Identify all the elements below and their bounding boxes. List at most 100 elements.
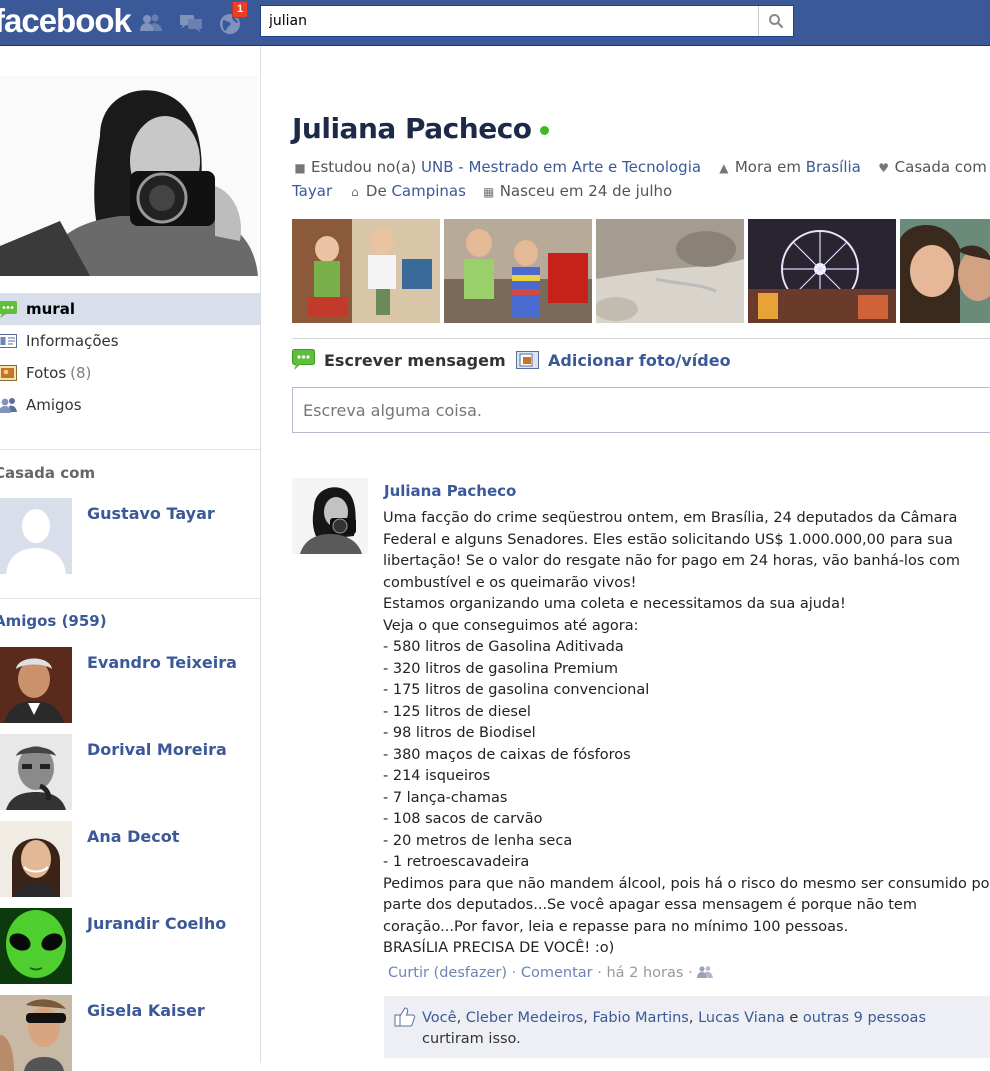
tab-write-message[interactable]: Escrever mensagem (292, 349, 506, 371)
post-line: Uma facção do crime seqüestrou ontem, em… (383, 510, 958, 526)
friend-item[interactable]: Jurandir Coelho (0, 908, 260, 984)
relationship-title: Casada com (0, 464, 96, 482)
hometown-icon: ⌂ (351, 185, 359, 199)
messages-icon[interactable] (178, 10, 204, 36)
info-label: Estudou no(a) (311, 158, 422, 176)
online-status-icon (539, 125, 549, 135)
nav-item-mural[interactable]: mural (0, 293, 260, 325)
post-line: - 125 litros de diesel (383, 703, 531, 720)
friend-name[interactable]: Jurandir Coelho (87, 914, 226, 933)
nav-item-informacoes[interactable]: Informações (0, 325, 260, 357)
friends-title[interactable]: Amigos (959) (0, 612, 107, 630)
like-you[interactable]: Você (422, 1010, 457, 1026)
divider (0, 449, 260, 450)
friend-name[interactable]: Gisela Kaiser (87, 1001, 205, 1020)
post-author-avatar[interactable] (292, 478, 368, 554)
photo-thumbnail[interactable] (596, 219, 744, 323)
status-input[interactable] (293, 388, 990, 432)
write-message-label: Escrever mensagem (324, 350, 506, 370)
post-line: - 580 litros de Gasolina Aditivada (383, 639, 624, 655)
likes-and: e (784, 1010, 803, 1026)
post-line: - 20 metros de lenha seca (383, 832, 573, 849)
relationship-partner[interactable]: Gustavo Tayar (0, 498, 260, 574)
friend-item[interactable]: Gisela Kaiser (0, 995, 260, 1071)
friend-avatar (0, 821, 72, 897)
comment-link[interactable]: Comentar (521, 965, 593, 981)
post-line: parte dos deputados...Se você apagar ess… (383, 897, 917, 913)
nav-label: Amigos (26, 396, 82, 414)
search-input[interactable] (261, 6, 757, 36)
status-composer (292, 387, 990, 433)
friend-name[interactable]: Evandro Teixeira (87, 653, 237, 672)
friend-item[interactable]: Dorival Moreira (0, 734, 260, 810)
friend-name[interactable]: Ana Decot (87, 827, 179, 846)
separator-dot: · (511, 965, 521, 981)
friend-item[interactable]: Ana Decot (0, 821, 260, 897)
post-line: Federal e alguns Senadores. Eles estão s… (383, 531, 953, 548)
notification-badge: 1 (232, 1, 249, 18)
friend-item[interactable]: Evandro Teixeira (0, 647, 260, 723)
tab-add-photo-video[interactable]: Adicionar foto/vídeo (516, 349, 731, 371)
divider (0, 598, 260, 599)
post-author-name[interactable]: Juliana Pacheco (384, 482, 516, 500)
post-line: Pedimos para que não mandem álcool, pois… (383, 875, 990, 892)
nav-label: mural (26, 300, 75, 318)
profile-picture[interactable] (0, 76, 258, 276)
post-line: Veja o que conseguimos até agora: (383, 617, 639, 634)
unlike-link[interactable]: Curtir (desfazer) (388, 965, 507, 981)
status-speech-icon (292, 349, 316, 371)
nav-item-amigos[interactable]: Amigos (0, 389, 260, 421)
friend-avatar (0, 734, 72, 810)
facebook-logo[interactable]: facebook (0, 2, 132, 40)
photo-thumbnail[interactable] (444, 219, 592, 323)
info-label: Casada com (894, 158, 990, 176)
friend-requests-icon[interactable] (138, 10, 164, 36)
audience-friends-icon[interactable] (697, 965, 714, 981)
city-link[interactable]: Brasília (806, 158, 861, 176)
likes-box: Você, Cleber Medeiros, Fabio Martins, Lu… (384, 996, 990, 1058)
search-box (260, 5, 794, 37)
post-line: - 380 maços de caixas de fósforos (383, 746, 631, 763)
add-photo-label: Adicionar foto/vídeo (548, 350, 731, 370)
post-line: coração...Por favor, leia e repasse para… (383, 918, 849, 935)
post-line: - 7 lança-chamas (383, 789, 508, 806)
post-actions: Curtir (desfazer) · Comentar · há 2 hora… (388, 965, 714, 981)
photo-thumbnail[interactable] (900, 219, 990, 323)
post-timestamp[interactable]: há 2 horas (606, 965, 683, 981)
heart-icon: ♥ (878, 161, 890, 175)
school-link[interactable]: UNB - Mestrado em Arte e Tecnologia (421, 158, 701, 176)
like-others-link[interactable]: outras 9 pessoas (803, 1010, 926, 1026)
info-card-icon (0, 332, 18, 350)
post-line: BRASÍLIA PRECISA DE VOCÊ! :o) (383, 940, 615, 956)
like-person[interactable]: Fabio Martins (592, 1010, 688, 1026)
post-message: Uma facção do crime seqüestrou ontem, em… (383, 508, 990, 960)
wall-icon (0, 300, 18, 318)
photo-strip (292, 219, 990, 323)
likes-suffix: curtiram isso. (422, 1031, 521, 1047)
post-line: - 320 litros de gasolina Premium (383, 660, 619, 677)
info-label: De (365, 182, 392, 200)
friend-avatar (0, 908, 72, 984)
profile-name: Juliana Pacheco (292, 112, 532, 145)
like-person[interactable]: Cleber Medeiros (466, 1010, 583, 1026)
profile-name-heading: Juliana Pacheco (292, 112, 549, 145)
spouse-link-continued[interactable]: Tayar (292, 182, 332, 200)
nav-item-fotos[interactable]: Fotos (8) (0, 357, 260, 389)
post-line: - 98 litros de Biodisel (383, 725, 536, 741)
friend-name[interactable]: Dorival Moreira (87, 740, 227, 759)
photo-thumbnail[interactable] (292, 219, 440, 323)
birthday-text: Nasceu em 24 de julho (499, 182, 673, 200)
default-avatar (0, 498, 72, 574)
photos-count: (8) (70, 364, 92, 382)
left-column: mural Informações Fotos (8) Amigos Casad… (0, 46, 261, 1071)
hometown-link[interactable]: Campinas (391, 182, 465, 200)
friends-icon (0, 396, 18, 414)
search-button[interactable] (758, 6, 793, 36)
photo-thumbnail[interactable] (748, 219, 896, 323)
post-line: combustível e os queimarão vivos! (383, 574, 637, 591)
like-person[interactable]: Lucas Viana (698, 1010, 785, 1026)
partner-name[interactable]: Gustavo Tayar (87, 504, 215, 523)
photos-icon (0, 364, 18, 382)
post-line: libertação! Se o valor do resgate não fo… (383, 553, 960, 569)
post-line: - 1 retroescavadeira (383, 854, 530, 870)
